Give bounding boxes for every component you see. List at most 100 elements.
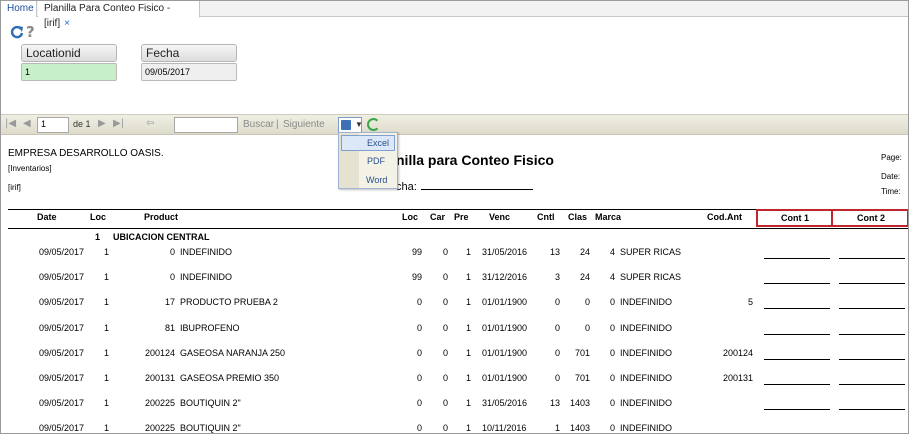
export-button[interactable]: ▼ (338, 117, 363, 133)
cell-codant: 200131 (722, 373, 753, 383)
cell-venc: 31/05/2016 (482, 398, 528, 408)
back-icon[interactable]: ⇦ (146, 118, 154, 129)
page-label: Page: (881, 153, 902, 162)
cell-marca: INDEFINIDO (620, 348, 673, 358)
close-icon[interactable]: × (64, 18, 70, 29)
fecha-line: cha: (396, 180, 533, 193)
report-refresh-icon[interactable] (367, 118, 380, 131)
cell-date: 09/05/2017 (39, 297, 85, 307)
fecha-field[interactable]: 09/05/2017 (141, 63, 237, 81)
cont1-blank (764, 359, 830, 360)
cell-clas: 24 (579, 272, 590, 282)
cell-venc: 31/12/2016 (482, 272, 528, 282)
cont2-blank (839, 384, 905, 385)
page-count: de 1 (73, 119, 91, 129)
cell-mnum: 0 (609, 373, 615, 383)
cont2-blank (839, 283, 905, 284)
separator: | (276, 119, 279, 130)
cell-venc: 31/05/2016 (482, 247, 528, 257)
cell-mnum: 0 (609, 323, 615, 333)
page-number-input[interactable]: 1 (37, 117, 69, 133)
cell-cntl: 13 (549, 247, 560, 257)
cell-loc2: 0 (416, 398, 422, 408)
locationid-field[interactable]: 1 (21, 63, 117, 81)
cell-name: INDEFINIDO (180, 247, 233, 257)
tab-planilla[interactable]: Planilla Para Conteo Fisico -[irif] × (38, 1, 200, 29)
cell-cntl: 1 (554, 423, 560, 433)
cell-marca: INDEFINIDO (620, 297, 673, 307)
cell-date: 09/05/2017 (39, 247, 85, 257)
cell-pre: 1 (465, 373, 471, 383)
cell-date: 09/05/2017 (39, 272, 85, 282)
cell-pre: 1 (465, 272, 471, 282)
cell-pre: 1 (465, 348, 471, 358)
cell-name: GASEOSA PREMIO 350 (180, 373, 280, 383)
cell-code: 81 (164, 323, 175, 333)
cell-code: 200131 (144, 373, 175, 383)
cell-venc: 01/01/1900 (482, 348, 528, 358)
cell-mnum: 4 (609, 272, 615, 282)
col-car: Car (430, 212, 446, 222)
col-cont2-box: Cont 2 (831, 209, 908, 227)
time-label: Time: (881, 187, 901, 196)
export-menu: Excel PDF Word (338, 132, 398, 189)
cell-car: 0 (442, 348, 448, 358)
table-row: 09/05/2017 1 200225 BOUTIQUIN 2" 0 0 1 31/05/20… (1, 398, 908, 412)
cell-name: BOUTIQUIN 2" (180, 398, 241, 408)
tab-planilla-label: Planilla Para Conteo Fisico -[irif] (44, 3, 171, 29)
refresh-icon[interactable] (10, 25, 24, 39)
export-excel-item[interactable]: Excel (341, 135, 395, 151)
col-pre: Pre (454, 212, 469, 222)
col-loc: Loc (90, 212, 107, 222)
code-label: [irif] (8, 183, 21, 192)
cont1-blank (764, 409, 830, 410)
export-word-item[interactable]: Word (341, 173, 395, 189)
cell-pre: 1 (465, 247, 471, 257)
section-number: 1 (95, 232, 101, 242)
col-venc: Venc (489, 212, 511, 222)
chevron-down-icon: ▼ (355, 120, 363, 129)
search-input[interactable] (174, 117, 238, 133)
cell-marca: SUPER RICAS (620, 272, 682, 282)
cell-date: 09/05/2017 (39, 398, 85, 408)
tab-home[interactable]: Home (1, 1, 37, 17)
cell-date: 09/05/2017 (39, 373, 85, 383)
cell-name: INDEFINIDO (180, 272, 233, 282)
cell-code: 0 (169, 247, 175, 257)
cell-cntl: 0 (554, 348, 560, 358)
cell-car: 0 (442, 247, 448, 257)
cell-mnum: 4 (609, 247, 615, 257)
cell-marca: SUPER RICAS (620, 247, 682, 257)
cell-car: 0 (442, 423, 448, 433)
module-label: [Inventarios] (8, 164, 52, 173)
col-product: Product (144, 212, 179, 222)
cell-codant: 200124 (722, 348, 753, 358)
cell-loc2: 99 (411, 272, 422, 282)
prev-page-icon[interactable]: ◀ (23, 118, 31, 129)
last-page-icon[interactable]: ▶| (113, 118, 124, 129)
header-bottom-line (8, 228, 908, 229)
find-link[interactable]: Buscar (243, 119, 274, 130)
export-pdf-item[interactable]: PDF (341, 154, 395, 170)
next-page-icon[interactable]: ▶ (98, 118, 106, 129)
cell-cntl: 13 (549, 398, 560, 408)
col-cont1-box: Cont 1 (756, 209, 833, 227)
cell-pre: 1 (465, 323, 471, 333)
fecha-label: Fecha (141, 44, 237, 62)
cell-name: BOUTIQUIN 2" (180, 423, 241, 433)
cell-name: GASEOSA NARANJA 250 (180, 348, 286, 358)
first-page-icon[interactable]: |◀ (5, 118, 16, 129)
cell-cntl: 0 (554, 297, 560, 307)
cell-loc: 1 (104, 272, 110, 282)
cell-date: 09/05/2017 (39, 423, 85, 433)
find-next-link[interactable]: Siguiente (283, 119, 325, 130)
cell-loc: 1 (104, 398, 110, 408)
cell-clas: 1403 (569, 423, 590, 433)
col-codant: Cod.Ant (707, 212, 742, 222)
cell-mnum: 0 (609, 423, 615, 433)
help-icon[interactable]: ? (26, 23, 35, 41)
cell-cntl: 3 (554, 272, 560, 282)
cell-loc2: 99 (411, 247, 422, 257)
cell-pre: 1 (465, 423, 471, 433)
cell-loc2: 0 (416, 423, 422, 433)
